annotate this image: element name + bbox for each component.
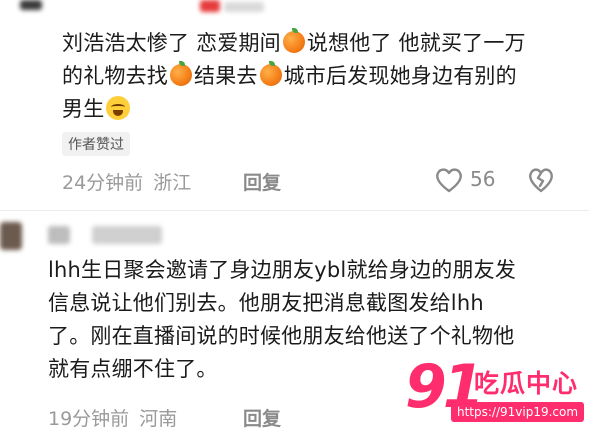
heart-outline-icon bbox=[436, 168, 462, 193]
dislike-button[interactable] bbox=[527, 166, 555, 194]
username-blurred[interactable] bbox=[48, 226, 70, 244]
comment-location: 河南 bbox=[139, 408, 178, 430]
comment-text-line: 信息说让他们别去。他朋友把消息截图发给lhh bbox=[48, 291, 484, 315]
comment-text-line: 的礼物去找 结果去 城市后发现她身边有别的 bbox=[62, 61, 517, 88]
comment-text-line: 刘浩浩太惨了 恋爱期间 说想他了 他就买了一万 bbox=[62, 28, 526, 55]
comment-meta: 19分钟前 河南 bbox=[48, 404, 177, 431]
comment-time: 24分钟前 bbox=[62, 172, 144, 194]
username-blurred[interactable] bbox=[92, 226, 162, 244]
username-blurred[interactable] bbox=[224, 2, 264, 12]
comment-location: 浙江 bbox=[153, 172, 192, 194]
crying-face-emoji-icon bbox=[106, 96, 131, 120]
comment-meta: 24分钟前 浙江 bbox=[62, 168, 191, 195]
comment-text-line: 了。刚在直播间说的时候他朋友给他送了个礼物他 bbox=[48, 324, 515, 348]
username-blurred[interactable] bbox=[200, 0, 220, 12]
reply-button[interactable]: 回复 bbox=[243, 168, 281, 195]
like-button[interactable] bbox=[434, 166, 464, 194]
broken-heart-icon bbox=[529, 168, 553, 193]
orange-emoji-icon bbox=[170, 61, 192, 86]
author-liked-badge: 作者赞过 bbox=[62, 132, 130, 156]
like-count: 56 bbox=[470, 167, 496, 191]
watermark-url: https://91vip19.com bbox=[451, 402, 585, 422]
avatar-blurred[interactable] bbox=[20, 0, 42, 10]
watermark-title: 吃瓜中心 bbox=[474, 369, 579, 398]
orange-emoji-icon bbox=[259, 61, 282, 86]
orange-emoji-icon bbox=[282, 28, 305, 53]
reply-button[interactable]: 回复 bbox=[243, 404, 281, 431]
comment-text-line: lhh生日聚会邀请了身边朋友ybl就给身边的朋友发 bbox=[48, 258, 517, 282]
comment-text-line: 就有点绷不住了。 bbox=[48, 357, 218, 381]
avatar-blurred[interactable] bbox=[0, 222, 22, 250]
comment-time: 19分钟前 bbox=[48, 408, 130, 430]
divider bbox=[0, 210, 589, 211]
comment-text-line: 男生 bbox=[62, 93, 131, 126]
